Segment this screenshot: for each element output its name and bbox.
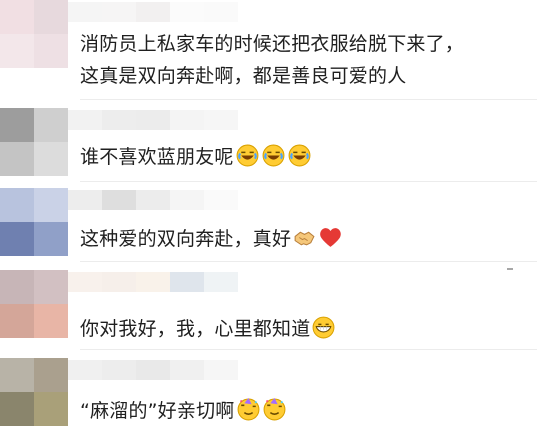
- comment-text-line: 你对我好，我，心里都知道: [80, 313, 336, 345]
- comment-text: 你对我好，我，心里都知道: [80, 313, 336, 345]
- comment-text: 消防员上私家车的时候还把衣服给脱下来了， 这真是双向奔赴啊，都是善良可爱的人: [80, 28, 464, 92]
- avatar[interactable]: [0, 358, 68, 426]
- blurred-username[interactable]: [68, 2, 238, 22]
- comment-item[interactable]: 这种爱的双向奔赴，真好: [0, 182, 537, 262]
- scroll-indicator: [507, 268, 513, 270]
- avatar[interactable]: [0, 188, 68, 256]
- comment-text-line: 这真是双向奔赴啊，都是善良可爱的人: [80, 65, 407, 87]
- comment-item[interactable]: 谁不喜欢蓝朋友呢: [0, 100, 537, 182]
- avatar[interactable]: [0, 270, 68, 338]
- comment-text: “麻溜的”好亲切啊: [80, 395, 287, 427]
- laughing-crying-emoji: [260, 144, 286, 168]
- comment-text: 谁不喜欢蓝朋友呢: [80, 141, 312, 173]
- avatar[interactable]: [0, 108, 68, 176]
- laughing-crying-emoji: [234, 144, 260, 168]
- laughing-crying-emoji: [286, 144, 312, 168]
- comment-text-line: 消防员上私家车的时候还把衣服给脱下来了，: [80, 33, 465, 55]
- comment-item[interactable]: 消防员上私家车的时候还把衣服给脱下来了， 这真是双向奔赴啊，都是善良可爱的人: [0, 0, 537, 100]
- comment-item[interactable]: 你对我好，我，心里都知道: [0, 262, 537, 350]
- party-face-emoji: [261, 398, 287, 422]
- comment-text-line: 这种爱的双向奔赴，真好: [80, 223, 343, 255]
- comment-text: 这种爱的双向奔赴，真好: [80, 223, 343, 255]
- blurred-username[interactable]: [68, 272, 238, 292]
- avatar[interactable]: [0, 0, 68, 68]
- party-face-emoji: [235, 398, 261, 422]
- grinning-emoji: [310, 316, 336, 340]
- comment-item[interactable]: “麻溜的”好亲切啊: [0, 350, 537, 431]
- comment-text-line: “麻溜的”好亲切啊: [80, 395, 287, 427]
- blurred-username[interactable]: [68, 190, 238, 210]
- blurred-username[interactable]: [68, 110, 238, 130]
- blurred-username[interactable]: [68, 360, 238, 380]
- comment-text-line: 谁不喜欢蓝朋友呢: [80, 141, 312, 173]
- handshake-emoji: [291, 228, 317, 250]
- red-heart-emoji: [317, 228, 343, 250]
